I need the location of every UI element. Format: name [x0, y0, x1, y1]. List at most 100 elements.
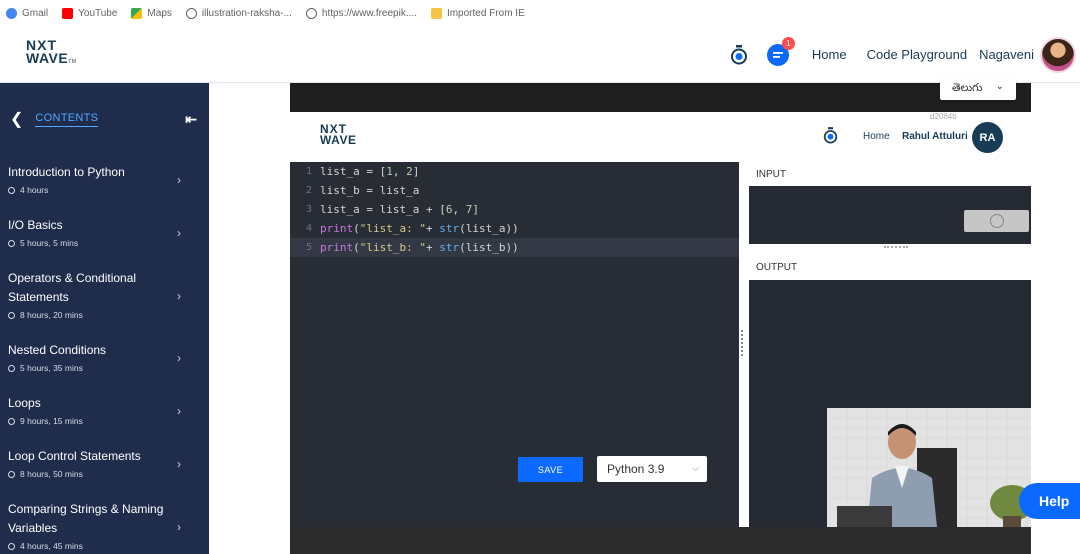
input-label: INPUT [756, 169, 786, 180]
video-nav-home: Home [863, 131, 890, 142]
globe-icon [185, 7, 197, 19]
clock-icon [8, 239, 15, 247]
sidebar-item-loop-control[interactable]: Loop Control Statements 8 hours, 50 mins… [0, 447, 209, 479]
code-line: 2 list_b = list_a [290, 181, 739, 200]
sidebar-item-io-basics[interactable]: I/O Basics 5 hours, 5 mins › [0, 216, 209, 248]
loading-icon [990, 214, 1004, 228]
clock-icon [8, 311, 15, 319]
sidebar-item-duration: 4 hours [20, 185, 49, 195]
video-control-bar[interactable] [290, 527, 1031, 554]
python-version-value: Python 3.9 [607, 462, 665, 476]
sidebar-item-nested-conditions[interactable]: Nested Conditions 5 hours, 35 mins › [0, 341, 209, 373]
sidebar-item-introduction[interactable]: Introduction to Python 4 hours › [0, 163, 209, 195]
bookmark-youtube[interactable]: YouTube [62, 7, 118, 19]
bookmark-maps[interactable]: Maps [131, 7, 172, 19]
clock-icon [8, 417, 15, 425]
youtube-icon [62, 7, 74, 19]
code-text: print("list_a: "+ str(list_a)) [320, 222, 519, 235]
clock-icon [8, 186, 15, 194]
bookmark-label: Gmail [22, 7, 49, 19]
top-navbar: NXT WAVETM 1 Home Code Playground Nagave… [0, 26, 1080, 83]
sidebar-item-duration: 9 hours, 15 mins [20, 416, 83, 426]
bookmark-gmail[interactable]: Gmail [6, 7, 49, 19]
code-line-active: 5 print("list_b: "+ str(list_b)) [290, 238, 739, 257]
notification-badge: 1 [781, 36, 795, 50]
globe-icon [305, 7, 317, 19]
panel-splitter[interactable] [741, 330, 745, 356]
logo-line2: WAVE [26, 50, 69, 67]
sidebar-item-loops[interactable]: Loops 9 hours, 15 mins › [0, 394, 209, 426]
clock-icon [8, 470, 15, 478]
sidebar-item-operators[interactable]: Operators & Conditional Statements 8 hou… [0, 269, 209, 320]
sidebar-item-label: Introduction to Python [8, 165, 125, 179]
sidebar-item-label: Loops [8, 396, 41, 410]
chevron-right-icon: › [177, 351, 181, 365]
folder-icon [430, 7, 442, 19]
sidebar-header: ❮ CONTENTS ⇤ [0, 83, 209, 155]
chevron-right-icon: › [177, 520, 181, 534]
video-avatar: RA [972, 122, 1003, 153]
clock-icon [8, 364, 15, 372]
line-number: 3 [305, 204, 312, 215]
output-label: OUTPUT [756, 262, 798, 273]
chevron-down-icon: ⌵ [692, 463, 699, 473]
chevron-left-icon[interactable]: ❮ [10, 109, 23, 129]
bookmark-label: YouTube [78, 7, 118, 19]
code-line: 4 print("list_a: "+ str(list_a)) [290, 219, 739, 238]
video-id-text: d2064b [930, 112, 957, 121]
language-selected: తెలుగు [952, 81, 983, 94]
logo-tm: TM [68, 59, 77, 66]
chevron-down-icon: ⌄ [995, 81, 1004, 92]
sidebar-item-duration: 8 hours, 20 mins [20, 310, 83, 320]
save-button[interactable]: SAVE [518, 457, 583, 482]
contents-heading[interactable]: CONTENTS [35, 112, 99, 127]
help-button[interactable]: Help [1019, 483, 1080, 519]
language-dropdown[interactable]: తెలుగు ⌄ [940, 78, 1016, 100]
course-sidebar: ❮ CONTENTS ⇤ Introduction to Python 4 ho… [0, 83, 209, 554]
bookmark-label: Imported From IE [446, 7, 525, 19]
google-icon [6, 7, 17, 19]
chevron-right-icon: › [177, 226, 181, 240]
line-number: 2 [305, 185, 312, 196]
clock-icon [8, 542, 15, 550]
nav-code-playground-link[interactable]: Code Playground [867, 47, 967, 62]
video-page-header: NXT WAVE Home Rahul Attuluri RA [290, 112, 1031, 162]
bookmark-illustration[interactable]: illustration-raksha-... [185, 7, 292, 19]
sidebar-item-label: Nested Conditions [8, 343, 107, 357]
sidebar-item-duration: 8 hours, 50 mins [20, 469, 83, 479]
timer-icon[interactable] [730, 44, 748, 65]
sidebar-item-label: Operators & Conditional Statements [8, 271, 137, 304]
user-name: Nagaveni [979, 47, 1034, 62]
video-user-name: Rahul Attuluri [902, 131, 968, 142]
code-text: list_a = [1, 2] [320, 165, 420, 178]
collapse-sidebar-icon[interactable]: ⇤ [185, 111, 197, 128]
resize-dots[interactable] [884, 246, 908, 250]
chevron-right-icon: › [177, 457, 181, 471]
instructor-image [827, 408, 1031, 527]
bookmark-label: illustration-raksha-... [201, 7, 292, 19]
bookmark-imported[interactable]: Imported From IE [430, 7, 525, 19]
sidebar-item-label: Loop Control Statements [8, 449, 141, 463]
sidebar-item-duration: 4 hours, 45 mins [20, 541, 83, 551]
chevron-right-icon: › [177, 173, 181, 187]
sidebar-item-duration: 5 hours, 5 mins [20, 238, 79, 248]
sidebar-item-label: I/O Basics [8, 218, 63, 232]
line-number: 5 [305, 242, 312, 253]
timer-icon [823, 127, 838, 144]
code-text: list_b = list_a [320, 184, 420, 197]
sidebar-item-label: Comparing Strings & Naming Variables [8, 502, 164, 535]
code-line: 1 list_a = [1, 2] [290, 162, 739, 181]
run-button[interactable] [964, 210, 1029, 232]
line-number: 1 [305, 166, 312, 177]
avatar[interactable] [1040, 36, 1076, 73]
nxtwave-logo[interactable]: NXT WAVETM [26, 38, 77, 67]
nav-home-link[interactable]: Home [812, 47, 847, 62]
sidebar-item-comparing-strings[interactable]: Comparing Strings & Naming Variables 4 h… [0, 500, 209, 551]
python-version-select[interactable]: Python 3.9 ⌵ [597, 456, 707, 482]
chevron-right-icon: › [177, 289, 181, 303]
bookmark-freepik[interactable]: https://www.freepik.... [305, 7, 417, 19]
notifications-button[interactable]: 1 [766, 36, 795, 67]
code-line: 3 list_a = list_a + [6, 7] [290, 200, 739, 219]
bookmark-label: https://www.freepik.... [321, 7, 417, 19]
chevron-right-icon: › [177, 404, 181, 418]
